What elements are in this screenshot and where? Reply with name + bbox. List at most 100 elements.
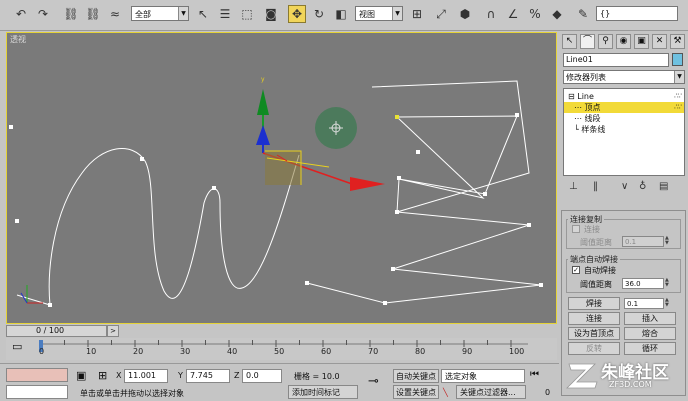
insert-button[interactable]: 插入 xyxy=(624,312,676,325)
modify-tab-icon[interactable]: ⌒ xyxy=(580,34,595,49)
configure-sets-icon[interactable]: ▤ xyxy=(659,181,668,192)
vertex[interactable] xyxy=(391,267,395,271)
set-key-button[interactable]: 设置关键点 xyxy=(393,385,439,399)
hierarchy-tab-icon[interactable]: ⚲ xyxy=(598,34,613,49)
maxscript-listener[interactable] xyxy=(6,368,68,382)
key-mode-dropdown[interactable]: 选定对象 xyxy=(441,369,525,383)
vertex[interactable] xyxy=(397,176,401,180)
spinner-icon[interactable]: ▲ ▼ xyxy=(665,236,671,247)
window-crossing-icon[interactable]: ◙ xyxy=(262,5,280,23)
object-color-swatch[interactable] xyxy=(672,53,683,66)
gizmo-x-cone[interactable] xyxy=(350,177,385,191)
selection-filter-dropdown[interactable]: 全部 ▼ xyxy=(131,6,189,21)
vertex[interactable] xyxy=(140,157,144,161)
key-icon[interactable]: ⊸ xyxy=(368,374,379,389)
unlink-icon[interactable]: ⛓ xyxy=(84,5,102,23)
vertex[interactable] xyxy=(383,301,387,305)
weld-button[interactable]: 焊接 xyxy=(568,297,620,310)
goto-start-icon[interactable]: ⏮ xyxy=(530,369,539,380)
absolute-mode-icon[interactable]: ⊞ xyxy=(98,369,107,382)
add-time-tag-button[interactable]: 添加时间标记 xyxy=(288,385,358,399)
vertex[interactable] xyxy=(212,186,216,190)
fuse-button[interactable]: 熔合 xyxy=(624,327,676,340)
y-coordinate-field[interactable]: 7.745 xyxy=(186,369,230,383)
make-unique-icon[interactable]: ∨ xyxy=(621,181,628,192)
selected-vertex[interactable] xyxy=(395,115,399,119)
object-name-field[interactable]: Line01 xyxy=(563,53,669,67)
vertex[interactable] xyxy=(48,303,52,307)
viewport-label[interactable]: 透视 xyxy=(10,34,26,45)
vertex[interactable] xyxy=(15,219,19,223)
stack-item-vertex[interactable]: ⋯ 顶点 ∴∵ xyxy=(564,102,684,113)
connect-checkbox[interactable] xyxy=(572,225,580,233)
hammer-tab-icon[interactable]: ⚒ xyxy=(670,34,685,49)
weld-value-input[interactable]: 0.1 xyxy=(624,298,664,309)
vertex[interactable] xyxy=(395,210,399,214)
stack-item-segment[interactable]: ⋯ 线段 xyxy=(564,113,684,124)
spline-vertices[interactable] xyxy=(9,113,543,307)
vertex[interactable] xyxy=(416,150,420,154)
viewport-scene[interactable]: y xyxy=(7,33,556,323)
stack-item-spline[interactable]: └ 样条线 xyxy=(564,124,684,135)
angle-snap-icon[interactable]: ∠ xyxy=(504,5,522,23)
utilities-tab-icon[interactable]: ✕ xyxy=(652,34,667,49)
track-bar[interactable]: 0 10 20 30 40 50 60 70 80 90 100 xyxy=(6,338,557,360)
named-selection-field[interactable]: {} xyxy=(596,6,678,21)
create-tab-icon[interactable]: ↖ xyxy=(562,34,577,49)
vertex[interactable] xyxy=(305,281,309,285)
vertex[interactable] xyxy=(483,192,487,196)
spinner-snap-icon[interactable]: ◆ xyxy=(548,5,566,23)
vertex[interactable] xyxy=(515,113,519,117)
snap-toggle-icon[interactable]: ∩ xyxy=(482,5,500,23)
spline-polygon-upper[interactable] xyxy=(396,115,518,199)
rect-selection-icon[interactable]: ⬚ xyxy=(238,5,256,23)
vertex[interactable] xyxy=(527,223,531,227)
spline-curve[interactable] xyxy=(48,148,300,306)
z-coordinate-field[interactable]: 0.0 xyxy=(242,369,282,383)
spinner-icon[interactable]: ▲ ▼ xyxy=(665,298,671,309)
track-bar-menu-icon[interactable]: ▭ xyxy=(12,340,22,353)
stack-item-line[interactable]: ⊟ Line ∴∵ xyxy=(564,91,684,102)
select-by-name-icon[interactable]: ☰ xyxy=(216,5,234,23)
modifier-list-dropdown[interactable]: 修改器列表 ▼ xyxy=(563,70,685,84)
select-rotate-icon[interactable]: ↻ xyxy=(310,5,328,23)
reference-coord-dropdown[interactable]: 视图 ▼ xyxy=(355,6,403,21)
vertex[interactable] xyxy=(9,125,13,129)
connect-button[interactable]: 连接 xyxy=(568,312,620,325)
edit-named-selection-icon[interactable]: ✎ xyxy=(574,5,592,23)
pivot-center-icon[interactable]: ⊞ xyxy=(408,5,426,23)
slider-next-icon[interactable]: > xyxy=(107,325,119,337)
pin-stack-icon[interactable]: ⊥ xyxy=(569,181,578,192)
gizmo-plane-handle[interactable] xyxy=(265,151,301,185)
select-link-icon[interactable]: ⛓ xyxy=(62,5,80,23)
select-move-icon[interactable]: ✥ xyxy=(288,5,306,23)
bind-spacewarp-icon[interactable]: ≈ xyxy=(106,5,124,23)
weld-threshold-input[interactable]: 36.0 xyxy=(622,278,664,289)
gizmo-z-cone[interactable] xyxy=(256,125,270,145)
x-coordinate-field[interactable]: 11.001 xyxy=(124,369,168,383)
auto-key-button[interactable]: 自动关键点 xyxy=(393,369,439,383)
vertex[interactable] xyxy=(539,283,543,287)
display-tab-icon[interactable]: ▣ xyxy=(634,34,649,49)
select-object-icon[interactable]: ↖ xyxy=(194,5,212,23)
frame-field[interactable]: 0 xyxy=(545,388,550,397)
redo-icon[interactable]: ↷ xyxy=(34,5,52,23)
threshold-input[interactable]: 0.1 xyxy=(622,236,664,247)
keyboard-shortcut-icon[interactable]: ⬢ xyxy=(456,5,474,23)
undo-icon[interactable]: ↶ xyxy=(12,5,30,23)
gizmo-y-cone[interactable] xyxy=(257,89,269,115)
select-manipulate-icon[interactable]: ⤢ xyxy=(432,5,450,23)
auto-weld-checkbox[interactable]: ✓ xyxy=(572,266,580,274)
modifier-stack[interactable]: ⊟ Line ∴∵ ⋯ 顶点 ∴∵ ⋯ 线段 └ 样条线 xyxy=(563,88,685,176)
remove-modifier-icon[interactable]: ♁ xyxy=(639,181,646,192)
perspective-viewport[interactable]: y 透视 xyxy=(6,32,557,324)
select-scale-icon[interactable]: ◧ xyxy=(332,5,350,23)
key-filters-button[interactable]: 关键点过滤器... xyxy=(456,385,526,399)
show-end-result-icon[interactable]: ‖ xyxy=(593,181,598,192)
collapse-icon[interactable]: ⊟ xyxy=(568,92,577,101)
motion-tab-icon[interactable]: ◉ xyxy=(616,34,631,49)
spinner-icon[interactable]: ▲ ▼ xyxy=(665,278,671,289)
lock-selection-icon[interactable]: ▣ xyxy=(76,369,86,382)
set-first-vertex-button[interactable]: 设为首顶点 xyxy=(568,327,620,340)
percent-snap-icon[interactable]: % xyxy=(526,5,544,23)
